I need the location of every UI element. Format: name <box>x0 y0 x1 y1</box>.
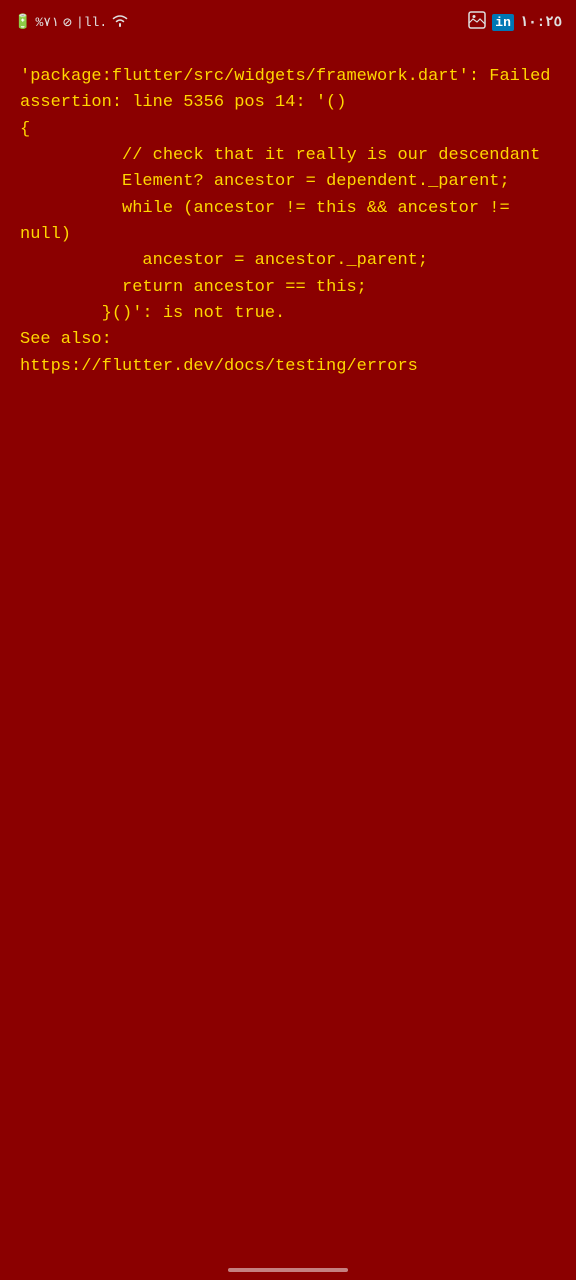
status-right: in ١٠:٢٥ <box>468 11 562 34</box>
status-time: ١٠:٢٥ <box>520 14 562 31</box>
error-content: 'package:flutter/src/widgets/framework.d… <box>0 44 576 400</box>
alarm-icon: ⊘ <box>63 13 72 32</box>
signal-icon: |ll. <box>76 15 107 30</box>
home-indicator <box>228 1268 348 1272</box>
status-left: 🔋 %۷۱ ⊘ |ll. <box>14 13 129 32</box>
battery-icon: 🔋 <box>14 14 31 31</box>
battery-percent: %۷۱ <box>35 15 58 30</box>
linkedin-icon: in <box>492 14 514 31</box>
status-bar: 🔋 %۷۱ ⊘ |ll. in ١٠:٢٥ <box>0 0 576 44</box>
wifi-icon <box>111 13 129 32</box>
gallery-icon <box>468 11 486 34</box>
